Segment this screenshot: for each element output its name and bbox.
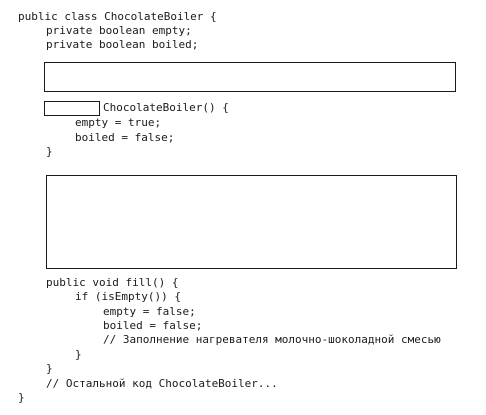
blank-box-fields[interactable] — [44, 62, 456, 92]
constructor-empty-assign: empty = true; — [75, 116, 162, 129]
rest-of-code-comment: // Остальной код ChocolateBoiler... — [46, 377, 278, 390]
fill-if-statement: if (isEmpty()) { — [75, 290, 181, 303]
constructor-boiled-assign: boiled = false; — [75, 131, 175, 144]
class-declaration: public class ChocolateBoiler { — [18, 10, 217, 23]
fill-close-brace: } — [46, 362, 53, 375]
fill-method-declaration: public void fill() { — [46, 276, 179, 289]
if-close-brace: } — [75, 348, 82, 361]
fill-boiled-assign: boiled = false; — [103, 319, 203, 332]
field-boiled: private boolean boiled; — [46, 38, 199, 51]
fill-empty-assign: empty = false; — [103, 305, 196, 318]
constructor-declaration: ChocolateBoiler() { — [103, 101, 229, 114]
class-close-brace: } — [18, 391, 25, 404]
field-empty: private boolean empty; — [46, 24, 192, 37]
constructor-close-brace: } — [46, 145, 53, 158]
blank-box-modifier[interactable] — [44, 101, 100, 116]
fill-comment: // Заполнение нагревателя молочно-шокола… — [103, 333, 441, 346]
blank-box-method[interactable] — [46, 175, 457, 269]
